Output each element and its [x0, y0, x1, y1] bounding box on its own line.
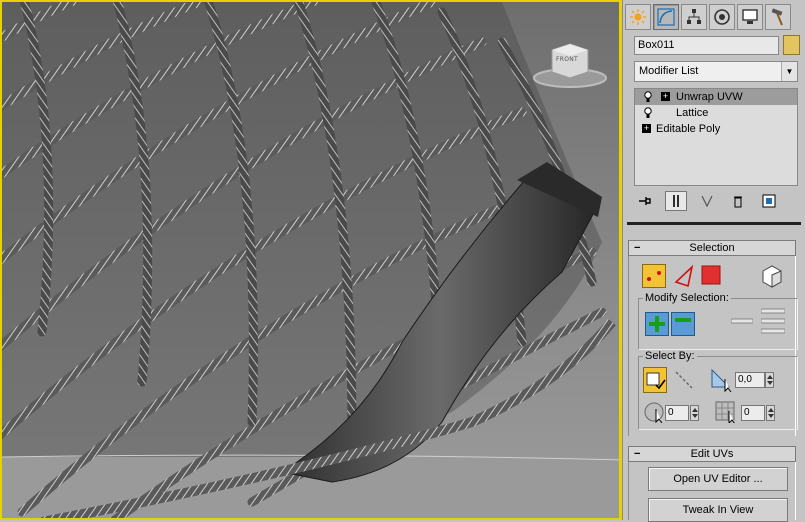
make-unique-icon	[701, 195, 713, 208]
smoothing-spin-arrows[interactable]	[690, 405, 699, 421]
curve-modify-icon	[657, 8, 675, 26]
create-tab[interactable]	[625, 4, 651, 30]
pin-stack-button[interactable]	[634, 191, 656, 211]
element-mode-icon[interactable]	[759, 263, 785, 289]
material-id-spinner[interactable]: 0	[741, 405, 765, 421]
shrink-selection-icon[interactable]	[671, 312, 695, 336]
material-id-spin-arrows[interactable]	[766, 405, 775, 421]
motion-icon	[714, 9, 730, 25]
planar-angle-spin-arrows[interactable]	[765, 372, 774, 388]
stack-item-label: Unwrap UVW	[676, 91, 743, 103]
edit-uvs-rollout-title: Edit UVs	[690, 448, 734, 460]
tweak-in-view-button[interactable]: Tweak In View	[648, 498, 788, 522]
display-tab[interactable]	[737, 4, 763, 30]
utilities-tab[interactable]	[765, 4, 791, 30]
sun-create-icon	[630, 9, 646, 25]
hammer-icon	[771, 8, 783, 26]
stack-item-label: Lattice	[676, 107, 709, 119]
modifier-stack[interactable]: + Unwrap UVW Lattice + Editable Poly	[634, 88, 798, 186]
open-uv-editor-button[interactable]: Open UV Editor ...	[648, 467, 788, 491]
smoothing-group-spinner[interactable]: 0	[665, 405, 689, 421]
point-to-point-select-icon[interactable]	[673, 369, 695, 391]
face-mode-icon[interactable]	[701, 265, 721, 285]
selection-rollout-body: Modify Selection: Select By: 0,0 0 0	[628, 256, 798, 436]
collapse-minus-icon: −	[634, 448, 641, 460]
command-panel: Box011 Modifier List ▼ + Unwrap UVW Latt…	[622, 0, 805, 522]
hierarchy-icon	[687, 9, 701, 24]
select-by-title: Select By:	[643, 350, 697, 362]
expand-plus-icon[interactable]: +	[642, 124, 651, 133]
modify-selection-title: Modify Selection:	[643, 292, 731, 304]
panel-divider	[627, 222, 801, 225]
chevron-down-icon[interactable]: ▼	[781, 62, 797, 81]
selection-rollout-title: Selection	[689, 242, 735, 254]
modify-selection-group: Modify Selection:	[638, 292, 798, 350]
make-unique-button[interactable]	[696, 191, 718, 211]
viewcube[interactable]: FRONT	[528, 38, 612, 94]
object-name-field[interactable]: Box011	[634, 36, 779, 55]
stack-toolbar	[634, 190, 798, 212]
select-by-element-icon[interactable]	[643, 367, 667, 393]
loop-selection-icon[interactable]	[761, 308, 785, 336]
selection-rollout-header[interactable]: − Selection	[628, 240, 796, 256]
stack-item-label: Editable Poly	[656, 123, 721, 135]
modifier-list-dropdown[interactable]: Modifier List ▼	[634, 61, 798, 82]
trash-icon	[734, 196, 742, 208]
edge-mode-icon[interactable]	[672, 264, 696, 288]
edit-uvs-rollout-header[interactable]: − Edit UVs	[628, 446, 796, 462]
select-by-material-id-icon[interactable]	[715, 401, 737, 423]
planar-angle-icon[interactable]	[709, 367, 733, 393]
edit-uvs-rollout-body: Open UV Editor ... Tweak In View	[628, 462, 796, 522]
stack-item-lattice[interactable]: Lattice	[635, 105, 797, 121]
object-color-swatch[interactable]	[783, 35, 800, 55]
collapse-minus-icon: −	[634, 242, 641, 254]
expand-plus-icon[interactable]: +	[661, 92, 670, 101]
viewcube-icon[interactable]	[528, 38, 612, 94]
planar-angle-spinner[interactable]: 0,0	[735, 372, 765, 388]
configure-sets-icon	[762, 194, 776, 208]
viewport-perspective[interactable]: FRONT	[0, 0, 622, 520]
select-by-group: Select By: 0,0 0 0	[638, 350, 798, 430]
lightbulb-icon[interactable]	[644, 91, 652, 103]
command-panel-tabs	[625, 4, 803, 32]
pin-icon	[639, 197, 651, 205]
motion-tab[interactable]	[709, 4, 735, 30]
hierarchy-tab[interactable]	[681, 4, 707, 30]
ring-selection-icon[interactable]	[731, 318, 753, 324]
modify-tab[interactable]	[653, 4, 679, 30]
show-end-result-button[interactable]	[665, 191, 687, 211]
stack-item-editable-poly[interactable]: + Editable Poly	[635, 121, 797, 137]
remove-modifier-button[interactable]	[727, 191, 749, 211]
stack-item-unwrap-uvw[interactable]: + Unwrap UVW	[635, 89, 797, 105]
modifier-list-label: Modifier List	[639, 65, 699, 77]
end-result-icon	[673, 195, 679, 207]
configure-modifier-sets-button[interactable]	[758, 191, 780, 211]
viewcube-face-label: FRONT	[556, 56, 578, 63]
display-monitor-icon	[742, 9, 758, 24]
lightbulb-icon[interactable]	[644, 107, 652, 119]
grow-selection-icon[interactable]	[645, 312, 669, 336]
vertex-mode-icon[interactable]	[642, 264, 666, 288]
select-by-smoothing-icon[interactable]	[643, 401, 665, 423]
